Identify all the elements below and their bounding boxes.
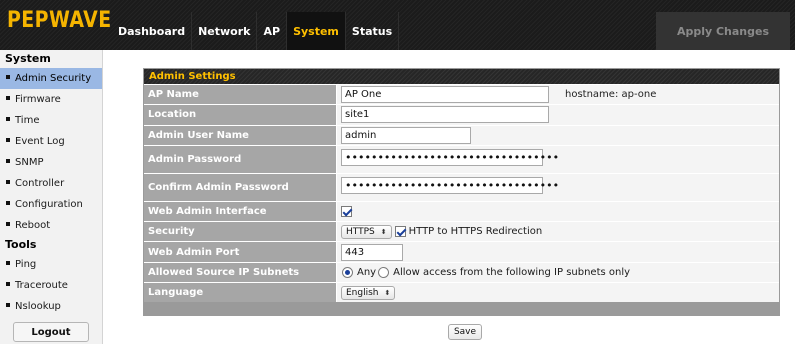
web-admin-interface-label: Web Admin Interface — [144, 201, 337, 222]
admin-settings-panel: Admin Settings AP Name AP One hostname: … — [143, 68, 780, 316]
top-header: PEPWAVE Dashboard Network AP System Stat… — [0, 0, 795, 50]
sidebar-item-label: Firmware — [15, 94, 61, 105]
sidebar-item-time[interactable]: Time — [0, 110, 102, 131]
sidebar-item-nslookup[interactable]: Nslookup — [0, 296, 102, 317]
apply-changes-button[interactable]: Apply Changes — [656, 12, 790, 50]
language-value: English — [346, 287, 379, 298]
row-web-admin-port: Web Admin Port 443 — [144, 241, 779, 262]
https-redirect-checkbox[interactable] — [394, 226, 406, 238]
sidebar-item-label: SNMP — [15, 157, 44, 168]
select-arrows-icon: ⬍ — [384, 288, 391, 297]
web-admin-interface-checkbox[interactable] — [341, 206, 352, 218]
row-security: Security HTTPS ⬍ HTTP to HTTPS Redirectio… — [144, 221, 779, 242]
radio-any-label: Any — [357, 266, 377, 278]
bullet-icon — [6, 96, 10, 100]
security-protocol-select[interactable]: HTTPS ⬍ — [341, 224, 392, 239]
row-web-admin-interface: Web Admin Interface — [144, 200, 779, 222]
sidebar-item-label: Controller — [15, 178, 65, 189]
security-protocol-value: HTTPS — [346, 226, 375, 237]
sidebar-item-snmp[interactable]: SNMP — [0, 152, 102, 173]
ap-name-label: AP Name — [144, 85, 337, 105]
row-language: Language English ⬍ — [144, 282, 779, 303]
row-allowed-source-ip-subnets: Allowed Source IP Subnets Any Allow acce… — [144, 261, 779, 283]
radio-any[interactable] — [342, 266, 353, 278]
sidebar-item-event-log[interactable]: Event Log — [0, 131, 102, 152]
sidebar-item-traceroute[interactable]: Traceroute — [0, 275, 102, 296]
bullet-icon — [6, 75, 10, 79]
confirm-admin-password-input[interactable]: ••••••••••••••••••••••••••••••••• — [341, 176, 559, 194]
sidebar-item-admin-security[interactable]: Admin Security — [0, 68, 102, 89]
tab-dashboard[interactable]: Dashboard — [112, 12, 193, 50]
save-button[interactable]: Save — [448, 324, 482, 340]
radio-restricted-label: Allow access from the following IP subne… — [393, 266, 631, 278]
location-input[interactable]: site1 — [341, 106, 549, 124]
sidebar-item-label: Configuration — [15, 199, 83, 210]
https-redirect-label: HTTP to HTTPS Redirection — [408, 226, 543, 238]
sidebar-item-label: Traceroute — [15, 280, 68, 291]
panel-title: Admin Settings — [144, 69, 779, 84]
radio-restricted[interactable] — [378, 266, 390, 278]
admin-password-input[interactable]: ••••••••••••••••••••••••••••••••• — [341, 148, 559, 166]
tab-status[interactable]: Status — [346, 12, 400, 50]
tab-system[interactable]: System — [287, 12, 346, 50]
admin-user-name-label: Admin User Name — [144, 125, 337, 145]
hostname-text: hostname: ap-one — [565, 89, 657, 101]
sidebar-item-firmware[interactable]: Firmware — [0, 89, 102, 110]
bullet-icon — [6, 180, 10, 184]
confirm-admin-password-label: Confirm Admin Password — [144, 173, 337, 201]
bullet-icon — [6, 282, 10, 286]
bullet-icon — [6, 159, 10, 163]
bullet-icon — [6, 222, 10, 226]
bullet-icon — [6, 303, 10, 307]
security-label: Security — [144, 222, 337, 242]
sidebar-item-controller[interactable]: Controller — [0, 173, 102, 194]
sidebar-item-label: Event Log — [15, 136, 65, 147]
row-admin-user-name: Admin User Name admin — [144, 124, 779, 145]
sidebar-item-configuration[interactable]: Configuration — [0, 194, 102, 215]
sidebar-item-label: Admin Security — [15, 73, 92, 84]
logout-button[interactable]: Logout — [13, 322, 89, 342]
sidebar-item-label: Nslookup — [15, 301, 61, 312]
bullet-icon — [6, 261, 10, 265]
row-admin-password: Admin Password •••••••••••••••••••••••••… — [144, 144, 779, 173]
select-arrows-icon: ⬍ — [380, 227, 387, 236]
sidebar-item-label: Ping — [15, 259, 37, 270]
sidebar-heading-tools: Tools — [5, 238, 37, 251]
location-label: Location — [144, 105, 337, 125]
language-select[interactable]: English ⬍ — [341, 285, 396, 300]
sidebar-item-label: Time — [15, 115, 40, 126]
web-admin-port-input[interactable]: 443 — [341, 243, 403, 261]
bullet-icon — [6, 138, 10, 142]
ap-name-input[interactable]: AP One — [341, 86, 549, 104]
row-location: Location site1 — [144, 104, 779, 125]
admin-user-name-input[interactable]: admin — [341, 126, 471, 144]
tab-ap[interactable]: AP — [257, 12, 288, 50]
sidebar-item-label: Reboot — [15, 220, 51, 231]
bullet-icon — [6, 201, 10, 205]
main-nav: Dashboard Network AP System Status — [112, 12, 400, 50]
row-confirm-admin-password: Confirm Admin Password •••••••••••••••••… — [144, 172, 779, 201]
sidebar-heading-system: System — [5, 52, 51, 65]
bullet-icon — [6, 117, 10, 121]
sidebar-item-reboot[interactable]: Reboot — [0, 215, 102, 236]
language-label: Language — [144, 283, 337, 303]
row-ap-name: AP Name AP One hostname: ap-one — [144, 84, 779, 105]
pepwave-logo: PEPWAVE — [7, 8, 112, 33]
tab-network[interactable]: Network — [192, 12, 258, 50]
web-admin-port-label: Web Admin Port — [144, 242, 337, 262]
allowed-source-ip-subnets-label: Allowed Source IP Subnets — [144, 262, 337, 283]
admin-password-label: Admin Password — [144, 145, 337, 173]
sidebar-item-ping[interactable]: Ping — [0, 254, 102, 275]
sidebar: System Admin Security Firmware Time Even… — [0, 50, 103, 344]
